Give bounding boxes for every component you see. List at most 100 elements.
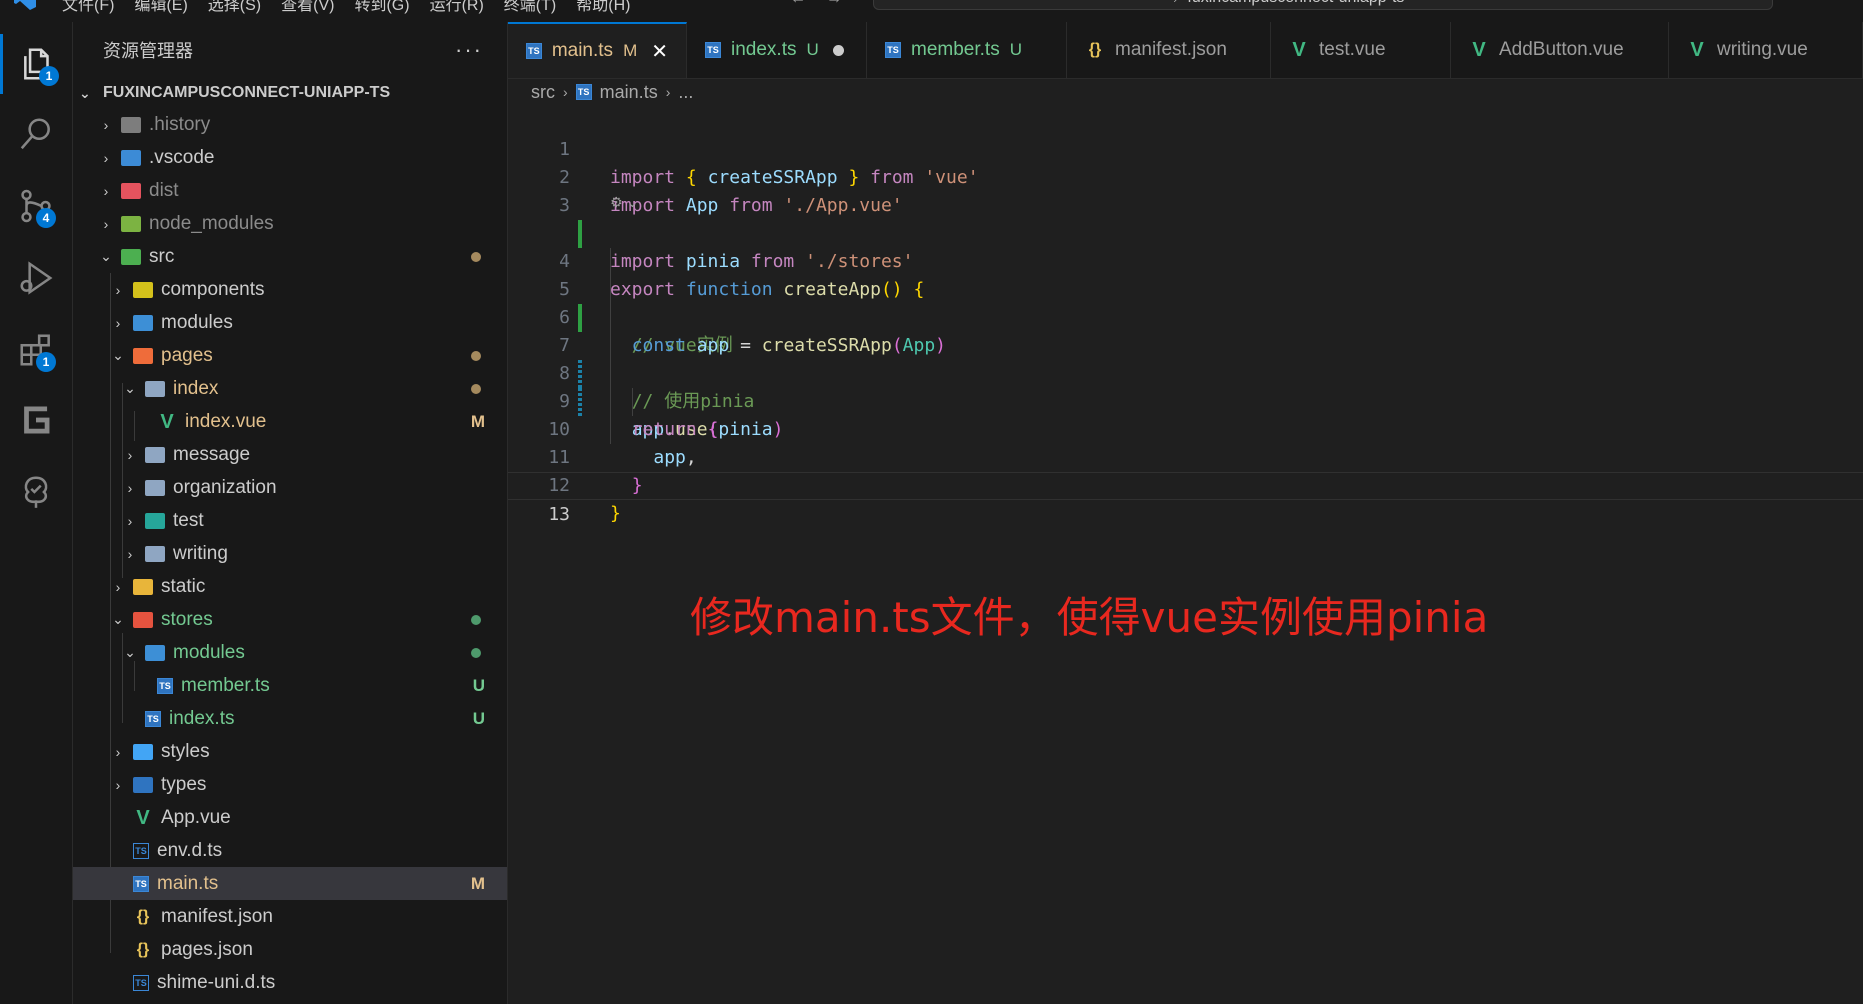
chevron-right-icon: ›	[115, 314, 121, 331]
command-center[interactable]: ⌕ fuxincampusconnect-uniapp-ts	[873, 0, 1773, 10]
tree-item-organization[interactable]: › organization	[73, 471, 507, 504]
json-file-icon: {}	[1088, 41, 1102, 58]
tree-item-label: types	[161, 773, 207, 795]
workspace-root-label: FUXINCAMPUSCONNECT-UNIAPP-TS	[103, 84, 391, 101]
tree-item-label: index.vue	[185, 410, 267, 432]
tree-item-manifest-json[interactable]: › {} manifest.json	[73, 900, 507, 933]
explorer-button[interactable]: 1	[0, 34, 72, 94]
tree-item-index-folder[interactable]: ⌄ index	[73, 372, 507, 405]
tree-item-label: node_modules	[149, 212, 274, 234]
code-line: 3 import pinia from './stores'	[508, 164, 1863, 272]
tab-test-vue[interactable]: V test.vue	[1271, 22, 1451, 78]
menu-view[interactable]: 查看(V)	[281, 0, 334, 15]
breadcrumb-folder[interactable]: src	[531, 82, 555, 103]
tab-label: AddButton.vue	[1499, 39, 1624, 60]
modified-dot	[471, 383, 481, 394]
tree-item-label: main.ts	[157, 872, 219, 894]
tree-item-dist[interactable]: › dist	[73, 174, 507, 207]
remote-tree-button[interactable]	[0, 462, 72, 522]
tree-item-index-ts[interactable]: › TS index.ts U	[73, 702, 507, 735]
tree-item-label: stores	[161, 608, 213, 630]
vue-file-icon: V	[160, 410, 174, 433]
tree-item-modules[interactable]: › modules	[73, 306, 507, 339]
tree-item-shime-uni-d-ts[interactable]: › TS shime-uni.d.ts	[73, 966, 507, 999]
tree-item-pages[interactable]: ⌄ pages	[73, 339, 507, 372]
tree-item-components[interactable]: › components	[73, 273, 507, 306]
search-icon: ⌕	[1174, 0, 1187, 6]
modified-dot	[471, 251, 481, 262]
code-editor[interactable]: 1 import { createSSRApp } from 'vue' 2 i…	[508, 108, 1863, 1004]
tree-item-test[interactable]: › test	[73, 504, 507, 537]
tree-item-index-vue[interactable]: › V index.vue M	[73, 405, 507, 438]
back-arrow-icon[interactable]: ←	[790, 0, 806, 8]
tree-item-message[interactable]: › message	[73, 438, 507, 471]
tree-item-node-modules[interactable]: › node_modules	[73, 207, 507, 240]
typescript-def-icon: TS	[133, 842, 149, 859]
typescript-file-icon: TS	[885, 42, 901, 58]
tab-writing-vue[interactable]: V writing.vue	[1669, 22, 1863, 78]
tab-label: manifest.json	[1115, 39, 1227, 60]
breadcrumb: src › TS main.ts › ...	[531, 80, 693, 104]
code-text: import App from './App.vue'	[610, 195, 903, 216]
forward-arrow-icon[interactable]: →	[826, 0, 842, 8]
tab-member-ts[interactable]: TS member.ts U	[867, 22, 1067, 78]
tree-item-pages-json[interactable]: › {} pages.json	[73, 933, 507, 966]
close-icon[interactable]: ✕	[651, 39, 668, 64]
chevron-right-icon: ›	[103, 149, 109, 166]
activity-bar: 1 4 1	[0, 22, 73, 1004]
menu-terminal[interactable]: 终端(T)	[504, 0, 556, 15]
tree-item-label: pages	[161, 344, 213, 366]
tree-check-icon	[24, 476, 48, 508]
dist-folder-icon	[121, 182, 141, 199]
tree-item-member-ts[interactable]: › TS member.ts U	[73, 669, 507, 702]
tree-item-styles[interactable]: › styles	[73, 735, 507, 768]
tree-item-stores-modules[interactable]: ⌄ modules	[73, 636, 507, 669]
breadcrumb-symbols[interactable]: ...	[678, 82, 693, 103]
tree-item-writing[interactable]: › writing	[73, 537, 507, 570]
menu-go[interactable]: 转到(G)	[354, 0, 409, 15]
code-line: 1 import { createSSRApp } from 'vue'	[508, 108, 1863, 188]
source-control-button[interactable]: 4	[0, 176, 72, 236]
components-folder-icon	[133, 281, 153, 298]
vscode-folder-icon	[121, 149, 141, 166]
chevron-right-icon: ›	[127, 446, 133, 463]
tree-item-label: message	[173, 443, 251, 465]
extensions-button[interactable]: 1	[0, 320, 72, 380]
tree-item-vscode[interactable]: › .vscode	[73, 141, 507, 174]
tree-item-src[interactable]: ⌄ src	[73, 240, 507, 273]
tree-item-label: test	[173, 509, 204, 531]
explorer-badge: 1	[39, 66, 59, 86]
tab-main-ts[interactable]: TS main.ts M ✕	[508, 22, 687, 78]
workspace-root[interactable]: ⌄ FUXINCAMPUSCONNECT-UNIAPP-TS	[73, 78, 507, 108]
menu-help[interactable]: 帮助(H)	[576, 0, 630, 15]
tree-item-static[interactable]: › static	[73, 570, 507, 603]
chevron-right-icon: ›	[127, 479, 133, 496]
breadcrumb-file[interactable]: main.ts	[600, 82, 658, 103]
search-button[interactable]	[0, 104, 72, 164]
tree-item-label: .vscode	[149, 146, 215, 168]
unsaved-dot-icon[interactable]	[832, 44, 844, 56]
tree-item-history[interactable]: › .history	[73, 108, 507, 141]
tree-item-stores[interactable]: ⌄ stores	[73, 603, 507, 636]
gitlens-button[interactable]	[0, 390, 72, 450]
modules-folder-icon	[145, 644, 165, 661]
typescript-file-icon: TS	[145, 710, 161, 727]
tab-index-ts[interactable]: TS index.ts U	[687, 22, 867, 78]
tree-item-app-vue[interactable]: › V App.vue	[73, 801, 507, 834]
chevron-right-icon: ›	[127, 512, 133, 529]
tab-addbutton-vue[interactable]: V AddButton.vue	[1451, 22, 1669, 78]
menu-selection[interactable]: 选择(S)	[208, 0, 261, 15]
more-actions-icon[interactable]: ···	[455, 37, 483, 63]
tab-manifest-json[interactable]: {} manifest.json	[1067, 22, 1271, 78]
run-debug-button[interactable]	[0, 248, 72, 308]
tree-item-env-d-ts[interactable]: › TS env.d.ts	[73, 834, 507, 867]
menu-edit[interactable]: 编辑(E)	[134, 0, 187, 15]
menu-run[interactable]: 运行(R)	[430, 0, 484, 15]
tree-item-label: .history	[149, 113, 211, 135]
editor-tabs: TS main.ts M ✕ TS index.ts U TS member.t…	[508, 22, 1863, 79]
menu-file[interactable]: 文件(F)	[62, 0, 114, 15]
tree-item-main-ts[interactable]: › TS main.ts M	[73, 867, 507, 900]
folder-icon	[145, 479, 165, 496]
tree-item-types[interactable]: › types	[73, 768, 507, 801]
code-lens-icon[interactable]: ⚙ ⌄	[610, 194, 638, 211]
